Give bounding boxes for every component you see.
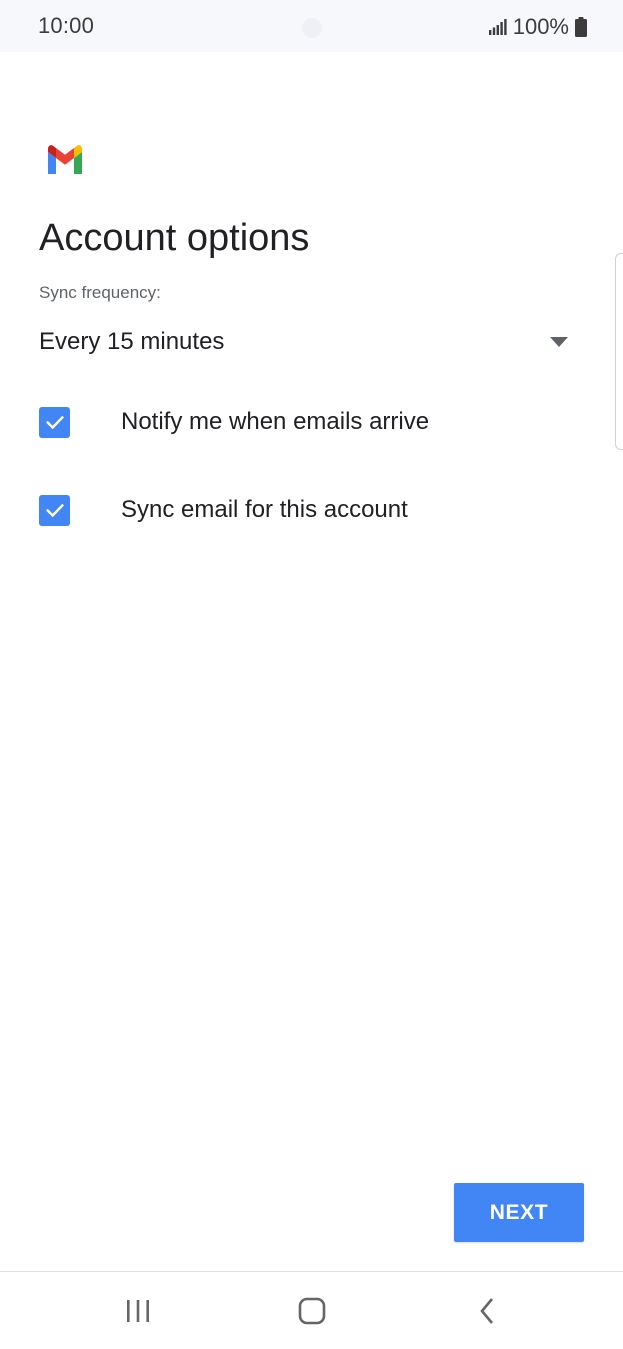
navigation-bar bbox=[0, 1272, 623, 1349]
back-button[interactable] bbox=[467, 1294, 507, 1328]
sync-email-option-label: Sync email for this account bbox=[121, 496, 408, 523]
battery-percentage: 100% bbox=[512, 14, 569, 39]
home-icon bbox=[298, 1297, 326, 1325]
sync-frequency-dropdown[interactable]: Every 15 minutes bbox=[39, 322, 579, 362]
dropdown-arrow-icon bbox=[550, 337, 568, 347]
checkmark-icon bbox=[45, 415, 64, 430]
screen: 10:00 100% Account options Sync frequenc… bbox=[0, 0, 623, 1349]
notify-option[interactable]: Notify me when emails arrive bbox=[39, 398, 579, 446]
sync-email-checkbox[interactable] bbox=[39, 494, 70, 526]
front-camera bbox=[302, 18, 322, 38]
edge-panel-handle[interactable] bbox=[615, 253, 623, 450]
back-icon bbox=[480, 1298, 493, 1324]
home-button[interactable] bbox=[292, 1294, 332, 1328]
recents-button[interactable] bbox=[118, 1294, 158, 1328]
signal-icon bbox=[488, 19, 507, 35]
status-icons: 100% bbox=[488, 13, 587, 41]
sync-email-option[interactable]: Sync email for this account bbox=[39, 486, 579, 534]
notify-checkbox[interactable] bbox=[39, 406, 70, 438]
next-button[interactable]: NEXT bbox=[454, 1183, 584, 1242]
sync-frequency-label: Sync frequency: bbox=[39, 283, 161, 302]
status-bar: 10:00 100% bbox=[0, 0, 623, 52]
checkmark-icon bbox=[45, 503, 64, 518]
gmail-logo bbox=[48, 145, 82, 174]
recents-icon bbox=[127, 1300, 149, 1322]
battery-icon bbox=[575, 17, 587, 37]
notify-option-label: Notify me when emails arrive bbox=[121, 408, 430, 435]
status-time: 10:00 bbox=[38, 13, 95, 38]
sync-frequency-value: Every 15 minutes bbox=[39, 328, 225, 355]
page-title: Account options bbox=[39, 217, 310, 259]
